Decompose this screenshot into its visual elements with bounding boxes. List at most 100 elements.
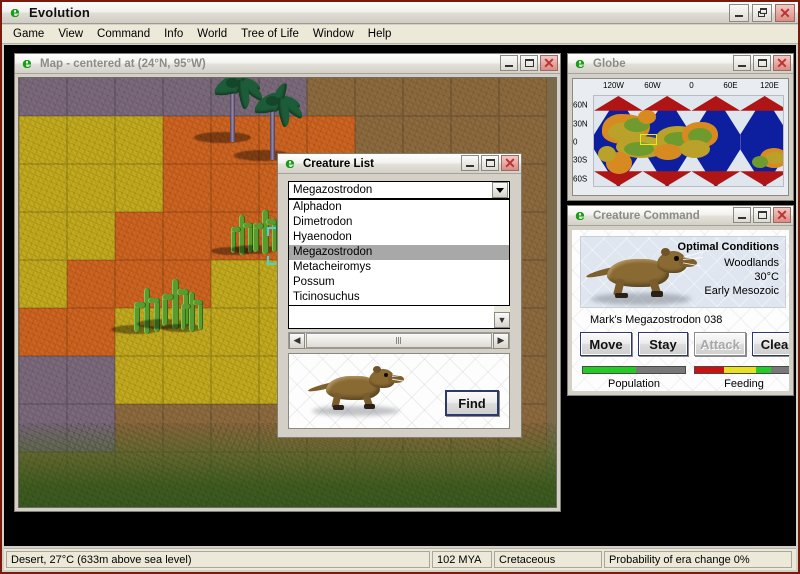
- population-meter-label: Population: [608, 378, 660, 390]
- menu-item-world[interactable]: World: [190, 26, 234, 42]
- dropdown-option[interactable]: Ticinosuchus: [289, 290, 509, 305]
- map-maximize-button[interactable]: [520, 55, 538, 71]
- chevron-left-icon[interactable]: ◀: [289, 332, 305, 349]
- menu-item-tree-of-life[interactable]: Tree of Life: [234, 26, 306, 42]
- map-minimize-button[interactable]: [500, 55, 518, 71]
- feeding-meter-label: Feeding: [724, 378, 764, 390]
- creature-list-window[interactable]: e Creature List ✕ Megazostrodon ▼ ◀ ▶ Fi…: [277, 153, 522, 438]
- terrain-texture: [67, 356, 115, 404]
- globe-maximize-button[interactable]: [753, 55, 771, 71]
- terrain-tile: [19, 116, 67, 164]
- palm-trunk: [269, 104, 275, 160]
- terrain-texture: [67, 212, 115, 260]
- species-combobox[interactable]: Megazostrodon: [288, 181, 510, 199]
- selected-creature-name: Mark's Megazostrodon 038: [590, 314, 723, 326]
- globe-longitude-label: 0: [689, 81, 694, 90]
- creature-command-close-button[interactable]: ✕: [773, 207, 791, 223]
- dropdown-option[interactable]: Possum: [289, 275, 509, 290]
- creature-command-window-title: Creature Command: [593, 209, 700, 222]
- creature-command-maximize-button[interactable]: [753, 207, 771, 223]
- creature-front-foot: [364, 403, 375, 409]
- selection-bracket-top-left: [267, 227, 276, 236]
- terrain-tile: [115, 212, 163, 260]
- globe-latitude-label: 30S: [573, 155, 588, 165]
- terrain-texture: [211, 308, 259, 356]
- terrain-tile: [67, 356, 115, 404]
- creature-shadow: [591, 293, 691, 305]
- meter-segment: [724, 367, 756, 373]
- cactus-stem: [171, 278, 179, 329]
- globe-view-cursor[interactable]: [640, 134, 657, 145]
- creature-command-titlebar[interactable]: e Creature Command ✕: [568, 206, 793, 226]
- terrain-tile: [19, 356, 67, 404]
- menu-item-game[interactable]: Game: [6, 26, 51, 42]
- globe-map-projection[interactable]: [593, 95, 784, 187]
- dropdown-option[interactable]: Hyaenodon: [289, 230, 509, 245]
- terrain-tile: [67, 212, 115, 260]
- clear-button[interactable]: Clear: [752, 332, 789, 356]
- evolution-e-icon: e: [285, 153, 295, 172]
- globe-window[interactable]: e Globe ✕ 120W 60W 0 60E 120E 60N 30N 0 30S 60S: [567, 53, 794, 201]
- map-close-button[interactable]: ✕: [540, 55, 558, 71]
- creature-list-horizontal-scrollbar[interactable]: ◀ ▶: [288, 332, 510, 349]
- map-window-controls: ✕: [500, 55, 558, 71]
- terrain-texture: [211, 164, 259, 212]
- terrain-tile: [211, 356, 259, 404]
- globe-close-button[interactable]: ✕: [773, 55, 791, 71]
- species-dropdown-list[interactable]: Alphadon Dimetrodon Hyaenodon Megazostrodon…: [288, 199, 510, 306]
- close-button[interactable]: ✕: [775, 4, 795, 22]
- creature-list-minimize-button[interactable]: [461, 155, 479, 171]
- globe-polar-cap-north: [594, 96, 643, 111]
- dropdown-option[interactable]: Metacheiromys: [289, 260, 509, 275]
- creature-list-close-button[interactable]: ✕: [501, 155, 519, 171]
- creature-command-body: Optimal Conditions Woodlands 30°C Early …: [572, 230, 789, 391]
- creature-list-titlebar[interactable]: e Creature List ✕: [278, 154, 521, 174]
- horizontal-scroll-thumb[interactable]: [306, 333, 492, 348]
- selection-bracket-bottom-left: [267, 256, 276, 265]
- menu-item-command[interactable]: Command: [90, 26, 157, 42]
- main-window-frame: e Evolution ✕ Game View Command Info Wor…: [0, 0, 800, 574]
- map-titlebar[interactable]: e Map - centered at (24°N, 95°W) ✕: [15, 54, 560, 74]
- creature-command-minimize-button[interactable]: [733, 207, 751, 223]
- terrain-texture: [115, 212, 163, 260]
- terrain-texture: [115, 164, 163, 212]
- terrain-tile: [115, 356, 163, 404]
- globe-latitude-label: 0: [573, 137, 578, 147]
- chevron-down-icon[interactable]: ▼: [494, 312, 510, 328]
- terrain-texture: [19, 116, 67, 164]
- species-combobox-value: Megazostrodon: [293, 184, 373, 196]
- terrain-texture: [115, 356, 163, 404]
- globe-landmass: [752, 156, 768, 168]
- window-controls: ✕: [729, 4, 795, 22]
- dropdown-option[interactable]: Alphadon: [289, 200, 509, 215]
- creature-list-window-title: Creature List: [303, 157, 374, 170]
- palm-tree: [233, 81, 306, 161]
- globe-latitude-label: 60N: [573, 100, 588, 110]
- dropdown-option[interactable]: Dimetrodon: [289, 215, 509, 230]
- terrain-texture: [67, 164, 115, 212]
- find-button[interactable]: Find: [445, 390, 499, 416]
- stay-button[interactable]: Stay: [638, 332, 688, 356]
- creature-list-maximize-button[interactable]: [481, 155, 499, 171]
- minimize-button[interactable]: [729, 4, 749, 22]
- menu-item-window[interactable]: Window: [306, 26, 361, 42]
- feeding-meter: [694, 366, 789, 374]
- meter-segment: [755, 367, 772, 373]
- menu-item-help[interactable]: Help: [361, 26, 399, 42]
- dropdown-option[interactable]: Megazostrodon: [289, 245, 509, 260]
- move-button[interactable]: Move: [580, 332, 632, 356]
- main-titlebar[interactable]: e Evolution ✕: [2, 2, 798, 24]
- chevron-right-icon[interactable]: ▶: [493, 332, 509, 349]
- chevron-down-icon[interactable]: [492, 182, 508, 198]
- menu-item-info[interactable]: Info: [157, 26, 190, 42]
- globe-landmass: [680, 140, 710, 158]
- menu-item-view[interactable]: View: [51, 26, 90, 42]
- globe-titlebar[interactable]: e Globe ✕: [568, 54, 793, 74]
- terrain-texture: [211, 356, 259, 404]
- restore-button[interactable]: [752, 4, 772, 22]
- creature-command-window[interactable]: e Creature Command ✕ Optimal Conditions …: [567, 205, 794, 396]
- globe-landmass: [654, 144, 682, 160]
- cactus: [161, 290, 205, 332]
- evolution-e-icon: e: [575, 53, 585, 72]
- globe-minimize-button[interactable]: [733, 55, 751, 71]
